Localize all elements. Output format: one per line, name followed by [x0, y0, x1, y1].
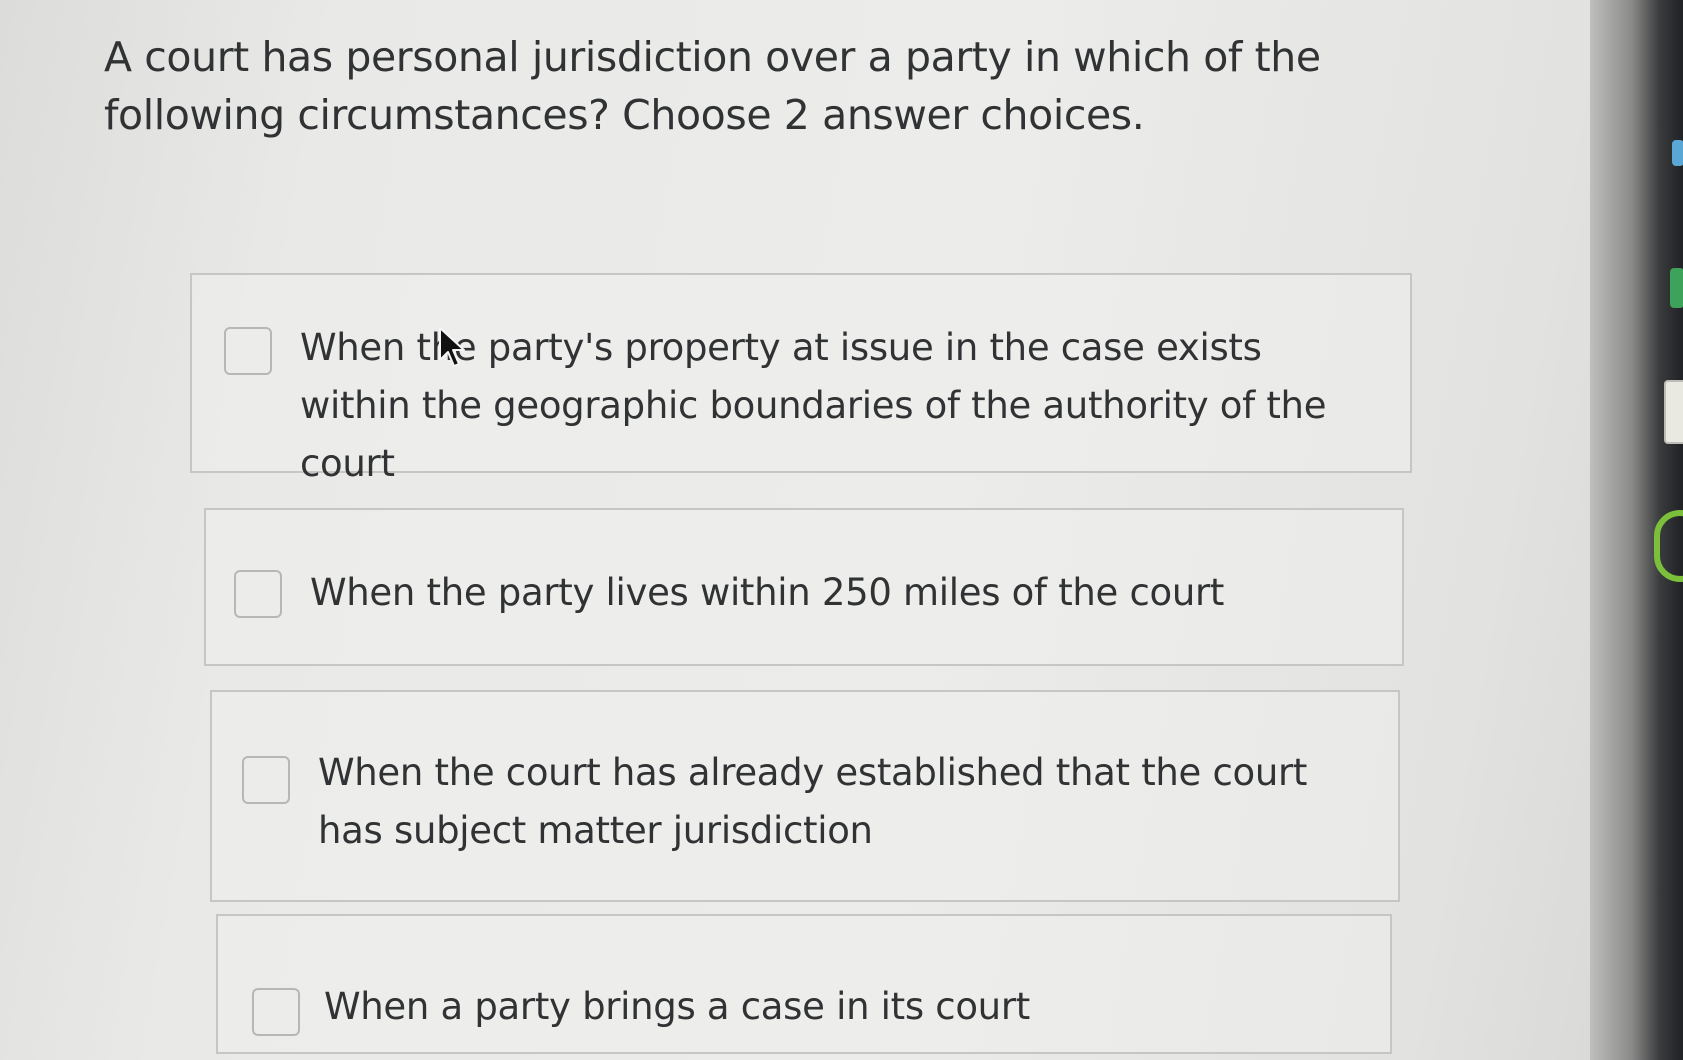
quiz-page: A court has personal jurisdiction over a… [0, 0, 1683, 1060]
edge-icon-blue [1672, 140, 1683, 166]
option-1-checkbox[interactable] [224, 327, 272, 375]
option-2-checkbox[interactable] [234, 570, 282, 618]
option-3-label[interactable]: When the court has already established t… [318, 744, 1368, 860]
edge-icon-ring [1654, 510, 1683, 582]
answer-option-2[interactable]: When the party lives within 250 miles of… [204, 508, 1404, 666]
option-4-label[interactable]: When a party brings a case in its court [324, 978, 1364, 1036]
answer-option-4[interactable]: When a party brings a case in its court [216, 914, 1392, 1054]
option-3-checkbox[interactable] [242, 756, 290, 804]
question-prompt: A court has personal jurisdiction over a… [104, 33, 1321, 139]
option-2-label[interactable]: When the party lives within 250 miles of… [310, 564, 1370, 622]
edge-icon-green [1670, 268, 1683, 308]
option-4-checkbox[interactable] [252, 988, 300, 1036]
answer-option-1[interactable]: When the party's property at issue in th… [190, 273, 1412, 485]
edge-icon-document [1664, 380, 1683, 444]
mouse-pointer-icon [439, 327, 465, 367]
answer-option-3[interactable]: When the court has already established t… [210, 690, 1400, 902]
